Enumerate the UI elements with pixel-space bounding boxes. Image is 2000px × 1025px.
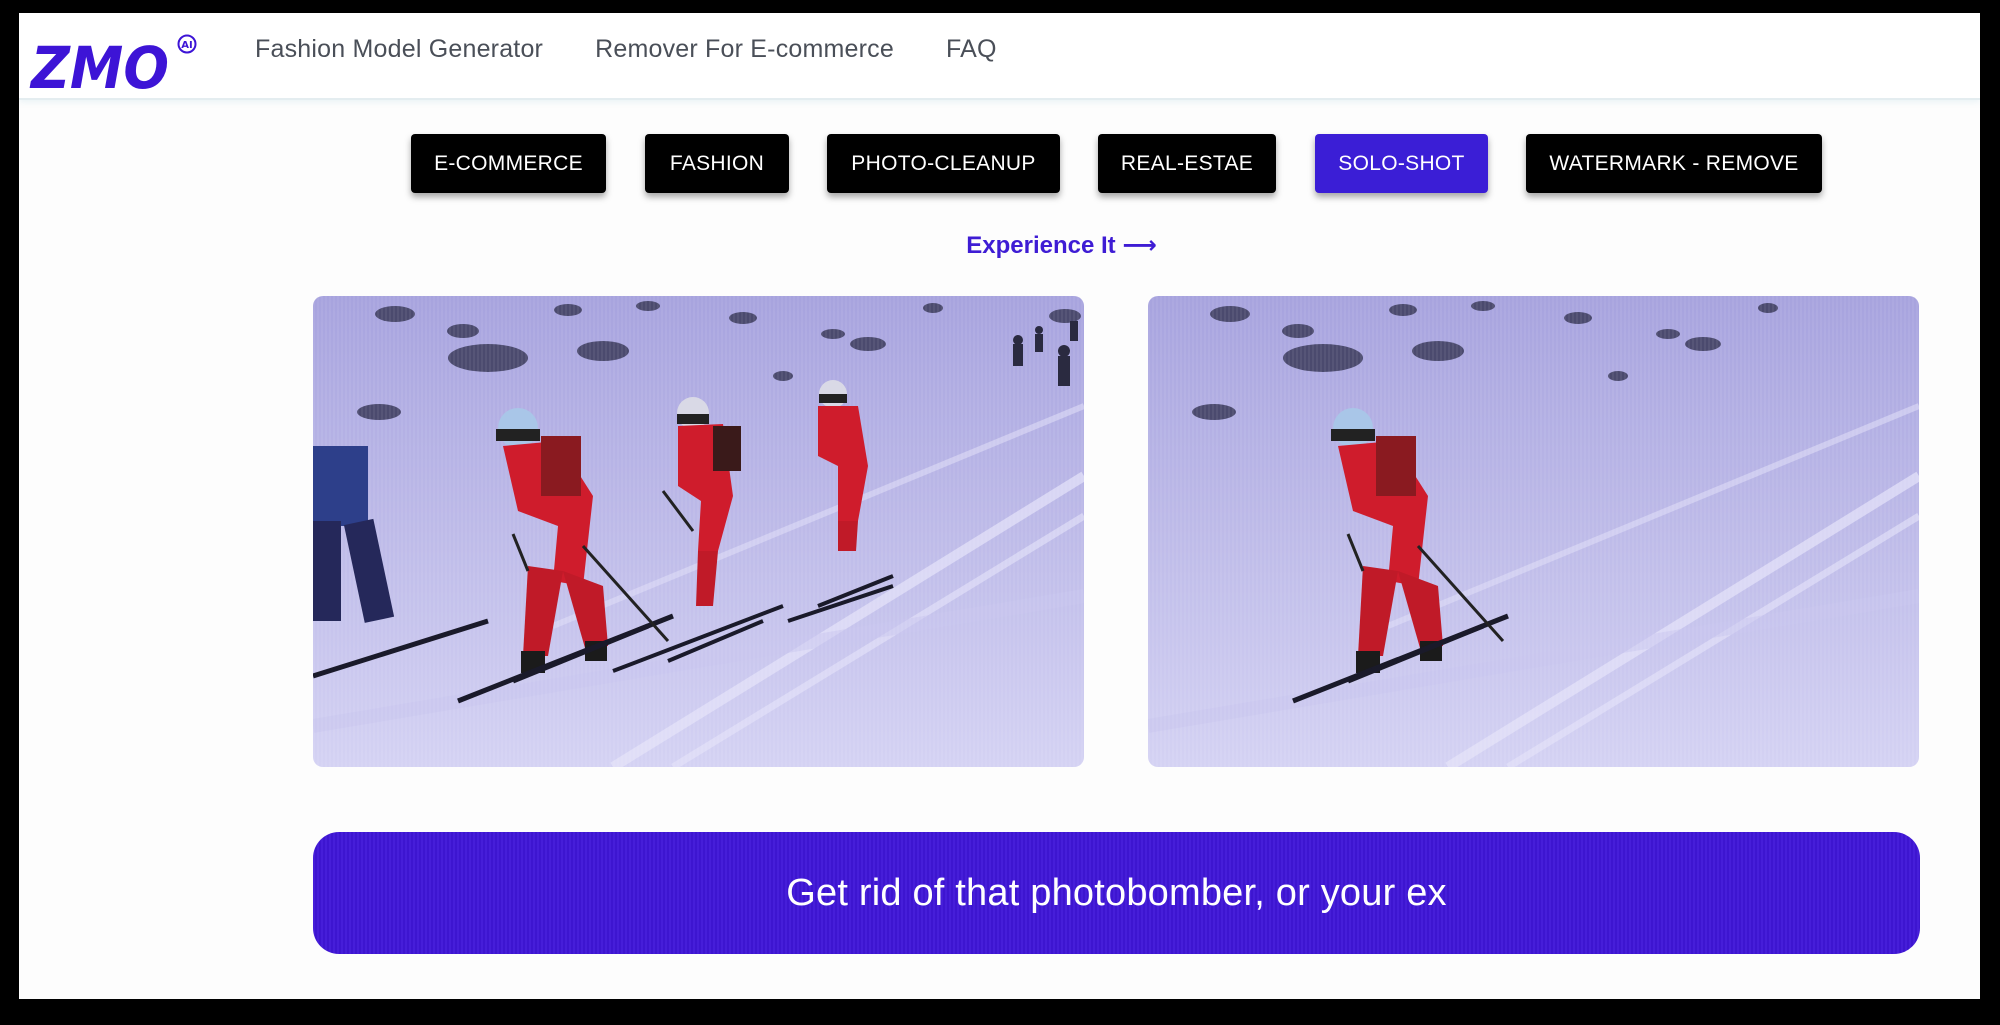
- cta-label: Get rid of that photobomber, or your ex: [786, 871, 1447, 914]
- browser-viewport: ZMO AI Fashion Model Generator Remover F…: [19, 13, 1980, 999]
- cta-banner[interactable]: Get rid of that photobomber, or your ex: [313, 832, 1920, 954]
- before-image: [313, 296, 1084, 767]
- tab-e-commerce[interactable]: E-COMMERCE: [411, 134, 606, 193]
- tab-real-estae[interactable]: REAL-ESTAE: [1098, 134, 1276, 193]
- top-navbar: ZMO AI Fashion Model Generator Remover F…: [19, 13, 1980, 102]
- nav-link-remover-ecommerce[interactable]: Remover For E-commerce: [595, 37, 894, 62]
- main-nav: Fashion Model Generator Remover For E-co…: [255, 37, 997, 62]
- tab-watermark-remove[interactable]: WATERMARK - REMOVE: [1526, 134, 1822, 193]
- tab-fashion[interactable]: FASHION: [645, 134, 789, 193]
- nav-link-fashion-model-generator[interactable]: Fashion Model Generator: [255, 37, 543, 62]
- tab-solo-shot[interactable]: SOLO-SHOT: [1315, 134, 1488, 193]
- category-tabs: E-COMMERCE FASHION PHOTO-CLEANUP REAL-ES…: [19, 134, 1980, 194]
- experience-it-link[interactable]: Experience It ⟶: [19, 231, 1980, 260]
- logo-text: ZMO: [29, 34, 169, 95]
- ai-badge-text: AI: [181, 40, 192, 51]
- tab-photo-cleanup[interactable]: PHOTO-CLEANUP: [827, 134, 1060, 193]
- zmo-logo-icon: ZMO AI: [29, 34, 197, 102]
- after-image: [1148, 296, 1919, 767]
- zmo-logo[interactable]: ZMO AI: [29, 25, 199, 102]
- nav-link-faq[interactable]: FAQ: [946, 37, 997, 62]
